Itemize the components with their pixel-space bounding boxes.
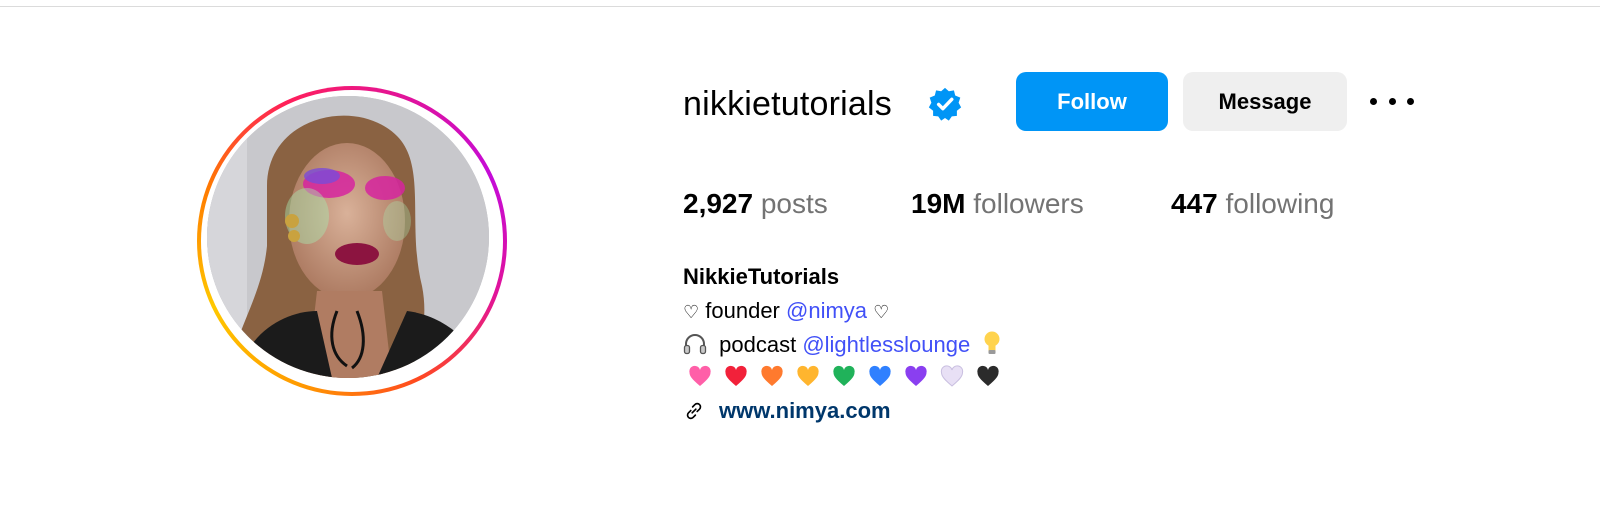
mention-nimya[interactable]: @nimya <box>786 298 867 323</box>
heart-outline-icon: ♡ <box>683 302 700 322</box>
bio-line-founder: ♡ founder @nimya ♡ <box>683 296 889 327</box>
heart-black-icon <box>977 365 999 386</box>
posts-stat: 2,927 posts <box>683 186 828 222</box>
profile-photo <box>207 96 489 378</box>
dot <box>1407 97 1414 105</box>
heart-purple-icon <box>905 365 927 386</box>
website-link-row[interactable]: www.nimya.com <box>683 398 891 424</box>
mention-lightlesslounge[interactable]: @lightlesslounge <box>802 332 970 357</box>
heart-orange-icon <box>761 365 783 386</box>
lightbulb-icon <box>984 331 1000 354</box>
message-button[interactable]: Message <box>1183 72 1347 131</box>
follow-button[interactable]: Follow <box>1016 72 1168 131</box>
followers-stat[interactable]: 19M followers <box>911 186 1084 222</box>
heart-yellow-icon <box>797 365 819 386</box>
top-divider <box>0 6 1600 7</box>
heart-green-icon <box>833 365 855 386</box>
following-count: 447 <box>1171 188 1218 219</box>
story-ring[interactable] <box>197 86 507 396</box>
display-name: NikkieTutorials <box>683 264 840 289</box>
profile-username: nikkietutorials <box>683 85 892 123</box>
avatar[interactable] <box>207 96 489 378</box>
heart-blue-icon <box>869 365 891 386</box>
posts-label: posts <box>760 188 828 219</box>
heart-emoji-row <box>688 365 1000 389</box>
dot <box>1370 97 1377 105</box>
heart-white-icon <box>940 365 964 387</box>
verified-badge-icon <box>928 87 962 121</box>
heart-outline-icon: ♡ <box>873 302 890 322</box>
dot <box>1388 97 1396 105</box>
heart-red-icon <box>725 365 747 386</box>
followers-count: 19M <box>911 188 966 219</box>
heart-pink-icon <box>689 365 711 386</box>
following-label: following <box>1225 188 1335 219</box>
bio-line-podcast: podcast @lightlesslounge <box>683 330 1002 360</box>
followers-label: followers <box>973 188 1084 219</box>
headphones-icon <box>683 334 707 355</box>
following-stat[interactable]: 447 following <box>1171 186 1334 222</box>
link-icon <box>686 402 702 420</box>
posts-count: 2,927 <box>683 188 754 219</box>
more-options-icon[interactable] <box>1370 88 1414 114</box>
bio-podcast-text: podcast <box>719 332 797 357</box>
bio-founder-text: founder <box>705 298 780 323</box>
website-link[interactable]: www.nimya.com <box>719 398 891 424</box>
